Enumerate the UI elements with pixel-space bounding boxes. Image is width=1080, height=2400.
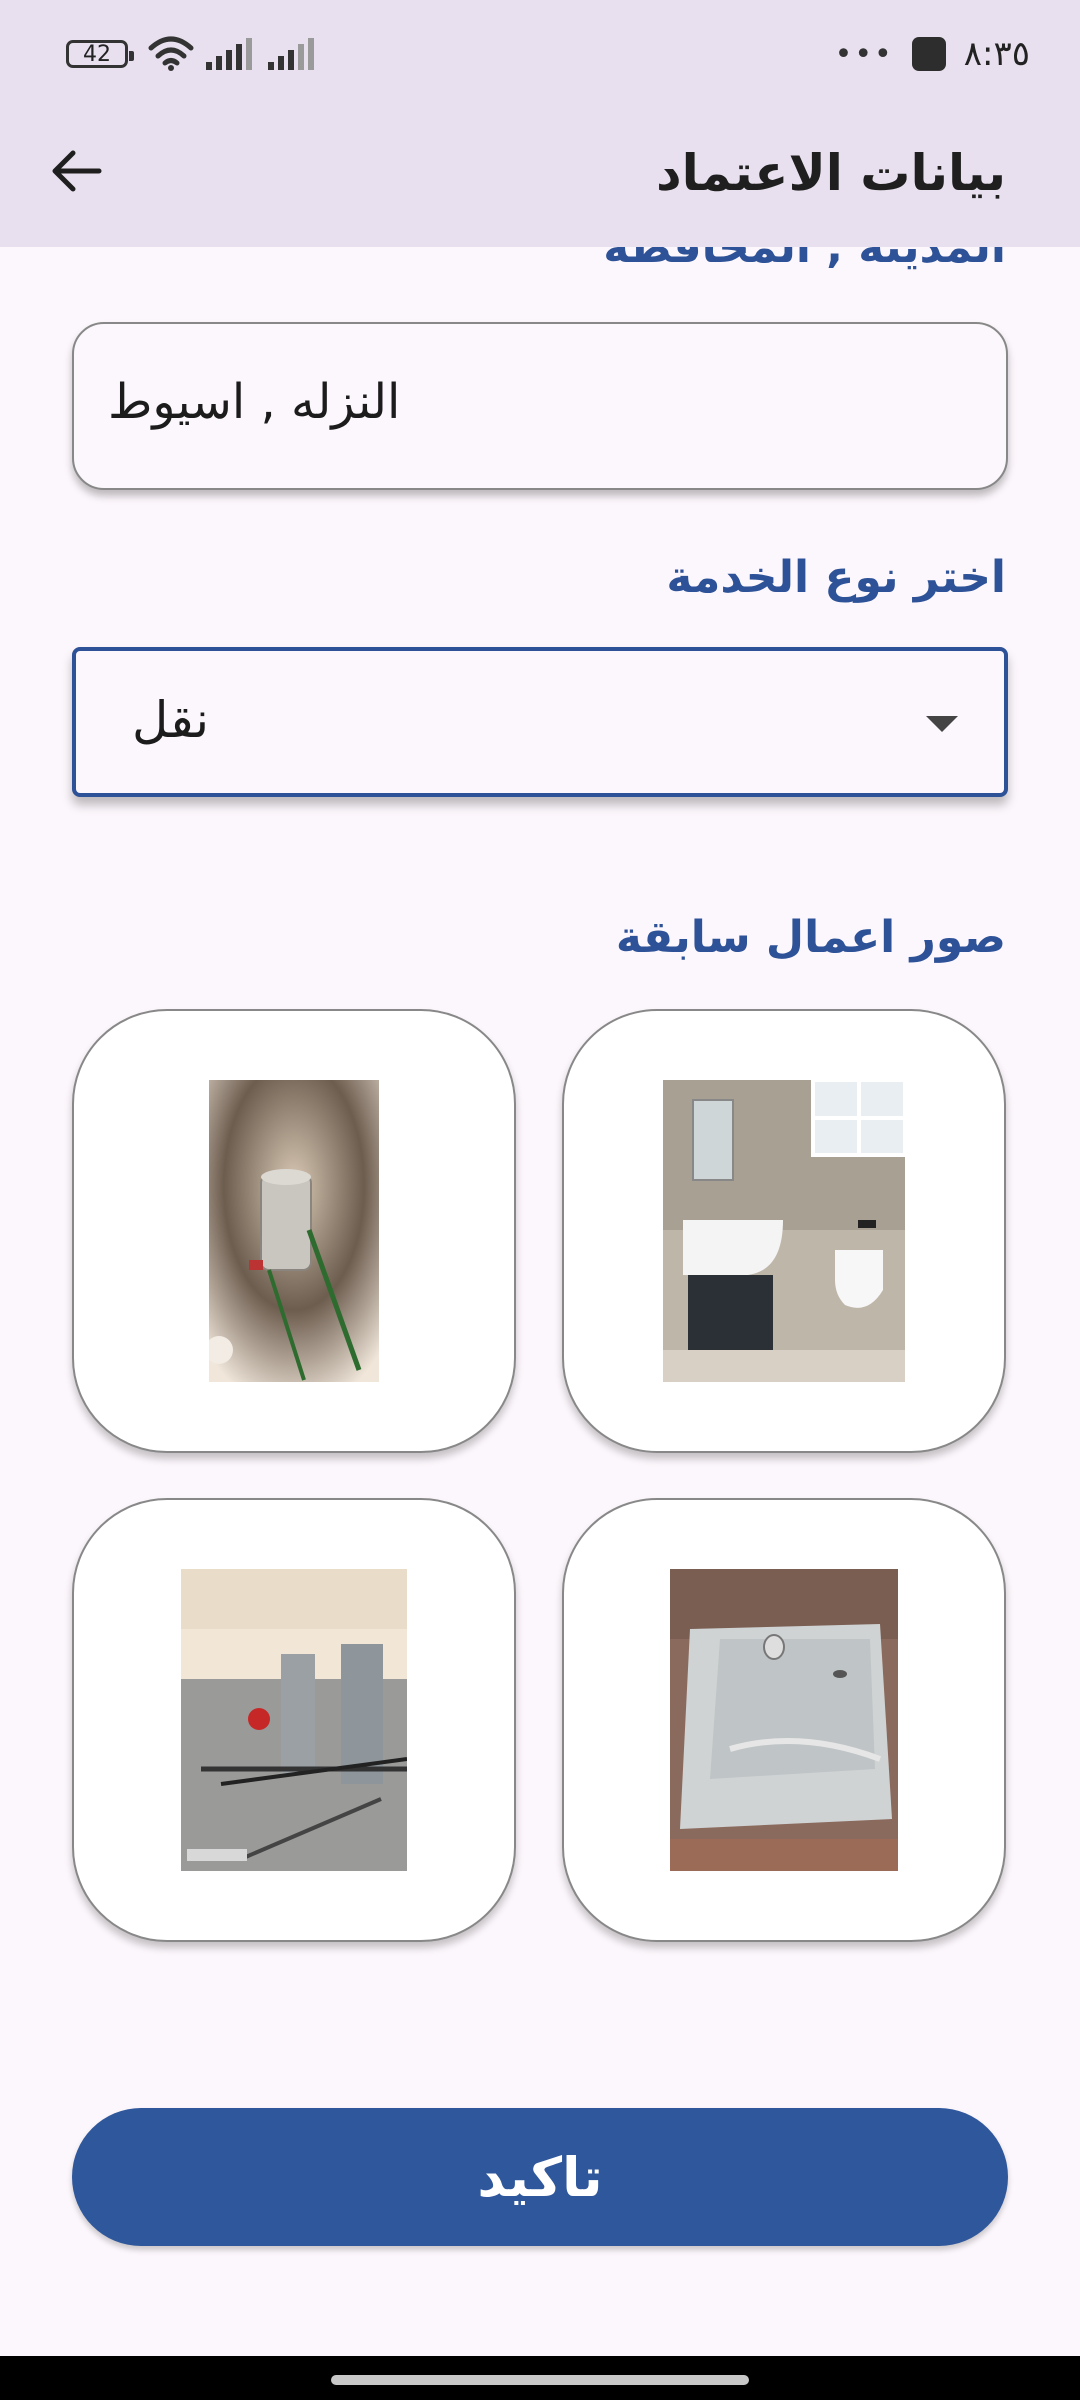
confirm-button[interactable]: تاكيد bbox=[72, 2108, 1008, 2246]
more-icon: ••• bbox=[834, 36, 894, 72]
signal-icon bbox=[268, 38, 314, 70]
battery-level: 42 bbox=[83, 41, 111, 67]
system-nav-bar bbox=[0, 2356, 1080, 2400]
back-button[interactable] bbox=[44, 138, 110, 204]
photo-card-bathroom[interactable] bbox=[562, 1009, 1006, 1453]
previous-work-label: صور اعمال سابقة bbox=[615, 912, 1006, 963]
clock: ٨:٣٥ bbox=[963, 34, 1030, 74]
app-bar: 42 ••• ٨:٣٥ بيانات الاعتماد bbox=[0, 0, 1080, 247]
dropdown-arrow-icon bbox=[926, 716, 958, 732]
photo-card-waterproofed-floor[interactable] bbox=[562, 1498, 1006, 1942]
waterproofed-floor-photo bbox=[670, 1569, 898, 1871]
form-content: المدينه , المحافظه النزله , اسيوط اختر ن… bbox=[0, 0, 1080, 2356]
city-value: النزله , اسيوط bbox=[108, 374, 401, 430]
notification-icon bbox=[911, 37, 946, 71]
service-type-label: اختر نوع الخدمة bbox=[666, 552, 1006, 603]
status-right-group: ••• ٨:٣٥ bbox=[835, 30, 1030, 78]
signal-icon bbox=[206, 38, 252, 70]
photo-card-rooftop-pipes[interactable] bbox=[72, 1498, 516, 1942]
photo-card-water-tank[interactable] bbox=[72, 1009, 516, 1453]
service-type-value: نقل bbox=[132, 691, 210, 749]
wifi-icon bbox=[148, 36, 194, 71]
city-field[interactable]: النزله , اسيوط bbox=[72, 322, 1008, 490]
bathroom-photo bbox=[663, 1080, 905, 1382]
page-title: بيانات الاعتماد bbox=[655, 144, 1006, 202]
home-gesture-handle[interactable] bbox=[331, 2375, 749, 2385]
service-type-dropdown[interactable]: نقل bbox=[72, 647, 1008, 797]
status-bar: 42 ••• ٨:٣٥ bbox=[0, 0, 1080, 108]
water-tank-photo bbox=[209, 1080, 379, 1382]
arrow-left-icon bbox=[52, 150, 102, 192]
rooftop-pipes-photo bbox=[181, 1569, 407, 1871]
battery-icon: 42 bbox=[66, 40, 134, 68]
